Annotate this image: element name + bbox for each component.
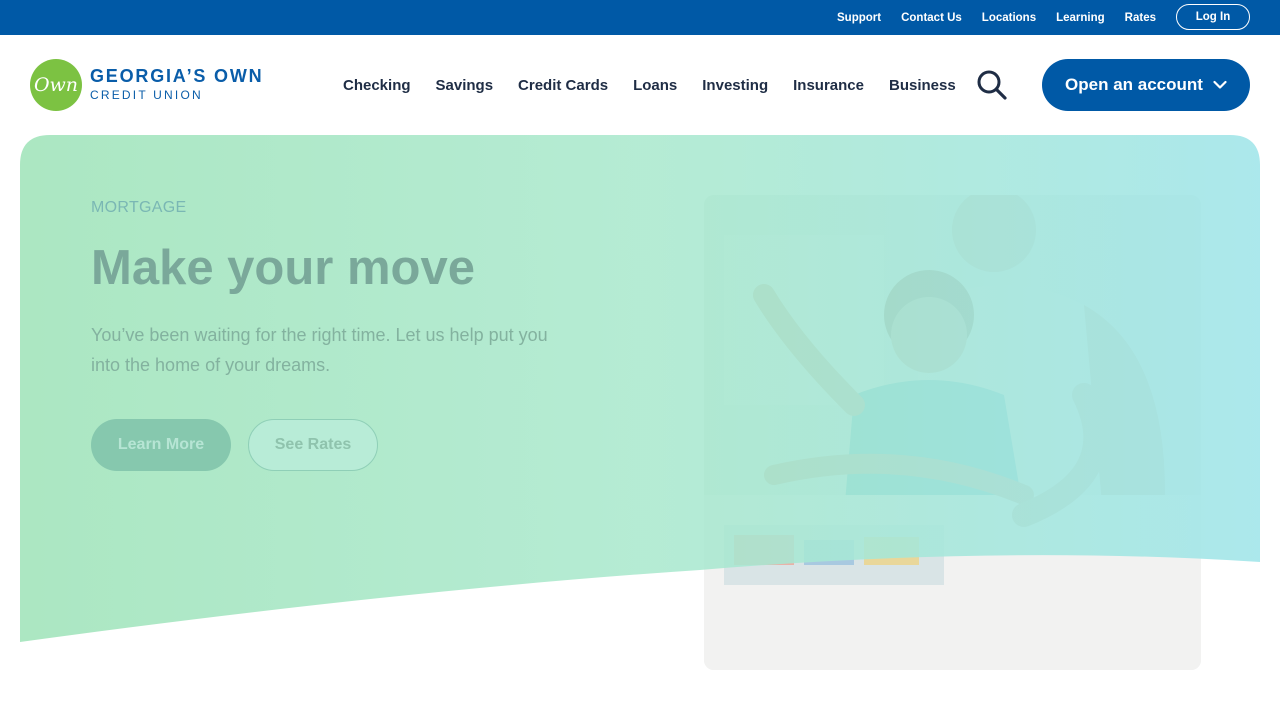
hero-subtitle: You’ve been waiting for the right time. … [91,325,548,375]
utility-link-contact-us[interactable]: Contact Us [901,12,962,24]
learn-more-button[interactable]: Learn More [91,419,231,471]
nav-item-business[interactable]: Business [889,77,956,94]
search-icon [977,70,1007,100]
search-button[interactable] [975,70,1009,100]
hero-photo [704,195,1201,670]
open-account-label: Open an account [1065,75,1203,94]
brand-name-line1: GEORGIA’S OWN [90,66,264,86]
see-rates-button[interactable]: See Rates [248,419,378,471]
hero-title: Make your move [91,241,475,295]
logo-mark: Own [30,59,82,111]
nav-item-insurance[interactable]: Insurance [793,77,864,94]
nav-item-checking[interactable]: Checking [343,77,411,94]
chevron-down-icon [1213,80,1227,89]
utility-link-learning[interactable]: Learning [1056,12,1105,24]
utility-links: Support Contact Us Locations Learning Ra… [817,0,1156,35]
nav-item-credit-cards[interactable]: Credit Cards [518,77,608,94]
nav-item-loans[interactable]: Loans [633,77,677,94]
utility-bar: Support Contact Us Locations Learning Ra… [0,0,1280,35]
logo-text: GEORGIA’S OWN CREDIT UNION [90,67,263,103]
nav-item-investing[interactable]: Investing [702,77,768,94]
brand-name-line2: CREDIT UNION [90,88,203,102]
nav-item-savings[interactable]: Savings [436,77,494,94]
open-account-button[interactable]: Open an account [1042,59,1250,111]
login-button[interactable]: Log In [1176,4,1250,30]
utility-link-support[interactable]: Support [837,12,881,24]
utility-link-locations[interactable]: Locations [982,12,1036,24]
main-nav: Checking Savings Credit Cards Loans Inve… [343,73,981,97]
brand-logo[interactable]: Own GEORGIA’S OWN CREDIT UNION [30,59,263,111]
hero-eyebrow: MORTGAGE [91,199,187,216]
utility-link-rates[interactable]: Rates [1125,12,1156,24]
